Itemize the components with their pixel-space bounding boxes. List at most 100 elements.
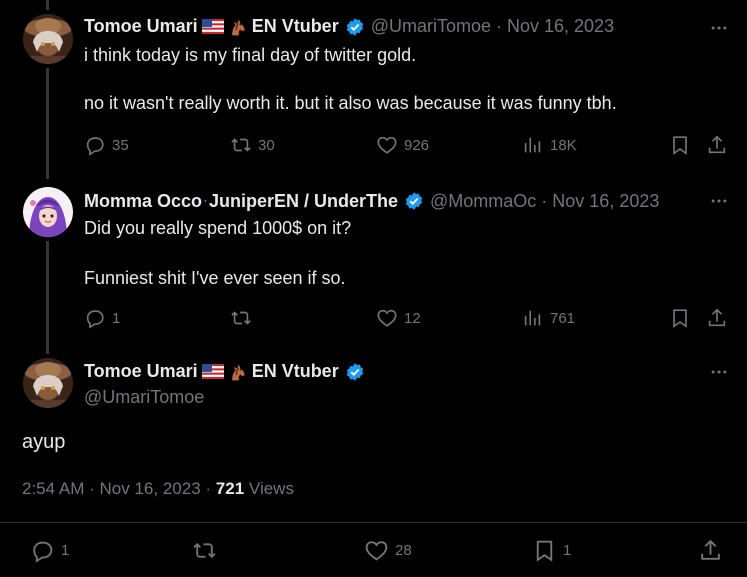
share-icon bbox=[698, 538, 723, 563]
bookmark-button[interactable] bbox=[669, 307, 697, 329]
main-action-bar: 1 28 1 bbox=[22, 538, 725, 566]
share-button[interactable] bbox=[706, 307, 734, 329]
like-count: 926 bbox=[404, 136, 430, 154]
display-name-text: Momma Occo bbox=[84, 190, 203, 211]
retweet-button[interactable] bbox=[230, 307, 258, 329]
display-name[interactable]: Momma Occo JuniperEN / UnderThe bbox=[84, 190, 430, 212]
like-button[interactable]: 12 bbox=[376, 307, 421, 329]
avatar[interactable] bbox=[23, 14, 73, 64]
reply-icon bbox=[30, 538, 55, 563]
us-flag-icon bbox=[202, 364, 224, 379]
avatar[interactable] bbox=[23, 358, 73, 408]
retweet-icon bbox=[230, 134, 252, 156]
separator: · bbox=[89, 479, 95, 498]
retweet-count: 30 bbox=[258, 136, 275, 154]
thread-line bbox=[46, 241, 49, 354]
display-name-suffix: EN Vtuber bbox=[251, 361, 339, 381]
more-icon[interactable] bbox=[709, 18, 729, 38]
thread-line bbox=[46, 0, 49, 10]
retweet-button[interactable] bbox=[192, 538, 223, 563]
action-bar: 1 12 761 bbox=[84, 307, 730, 331]
verified-icon bbox=[345, 362, 365, 382]
views-icon bbox=[522, 134, 544, 156]
reply-button[interactable]: 1 bbox=[84, 307, 120, 329]
handle[interactable]: @UmariTomoe bbox=[84, 387, 204, 408]
tweet-text-line: Funniest shit I've ever seen if so. bbox=[84, 268, 346, 288]
tweet-text-line: i think today is my final day of twitter… bbox=[84, 45, 417, 65]
handle[interactable]: @UmariTomoe bbox=[371, 16, 491, 37]
reply-tweet-1[interactable]: Tomoe Umari EN Vtuber @UmariTomoe · Nov … bbox=[0, 0, 747, 179]
tweet-header: Momma Occo JuniperEN / UnderThe @MommaOc… bbox=[84, 190, 659, 212]
handle[interactable]: @MommaOc bbox=[430, 191, 536, 212]
avatar[interactable] bbox=[23, 187, 73, 237]
thread-line bbox=[46, 68, 49, 179]
bookmark-button[interactable] bbox=[669, 134, 697, 156]
display-name[interactable]: Tomoe Umari EN Vtuber bbox=[84, 361, 371, 382]
bookmark-button[interactable]: 1 bbox=[532, 538, 571, 563]
tweet-text-line: Did you really spend 1000$ on it? bbox=[84, 218, 352, 238]
bookmark-icon bbox=[669, 134, 691, 156]
tweet-header: Tomoe Umari EN Vtuber @UmariTomoe · Nov … bbox=[84, 16, 614, 37]
separator: · bbox=[541, 190, 548, 211]
display-name-suffix: EN Vtuber bbox=[251, 16, 339, 36]
verified-icon bbox=[345, 17, 365, 37]
share-icon bbox=[706, 134, 728, 156]
more-icon[interactable] bbox=[709, 362, 729, 382]
verified-icon bbox=[404, 191, 424, 211]
handle-row: @UmariTomoe bbox=[84, 387, 204, 408]
views-button[interactable]: 761 bbox=[522, 307, 575, 329]
retweet-button[interactable]: 30 bbox=[230, 134, 275, 156]
like-count: 12 bbox=[404, 309, 421, 327]
reply-button[interactable]: 35 bbox=[84, 134, 129, 156]
timestamp[interactable]: Nov 16, 2023 bbox=[507, 16, 614, 37]
horse-icon bbox=[228, 362, 248, 382]
display-name[interactable]: Tomoe Umari EN Vtuber bbox=[84, 16, 371, 37]
tweet-header: Tomoe Umari EN Vtuber bbox=[84, 361, 371, 382]
separator: · bbox=[205, 479, 212, 498]
tweet-text: i think today is my final day of twitter… bbox=[84, 43, 617, 115]
tweet-meta: 2:54 AM · Nov 16, 2023 · 721 Views bbox=[22, 479, 294, 499]
more-icon[interactable] bbox=[709, 191, 729, 211]
reply-count: 1 bbox=[112, 309, 121, 327]
like-count: 28 bbox=[395, 542, 412, 559]
retweet-icon bbox=[192, 538, 217, 563]
like-icon bbox=[364, 538, 389, 563]
reply-count: 35 bbox=[112, 136, 129, 154]
retweet-icon bbox=[230, 307, 252, 329]
reply-icon bbox=[84, 307, 106, 329]
tweet-text-line: no it wasn't really worth it. but it als… bbox=[84, 93, 617, 113]
like-button[interactable]: 28 bbox=[364, 538, 412, 563]
reply-icon bbox=[84, 134, 106, 156]
reply-tweet-2[interactable]: Momma Occo JuniperEN / UnderThe @MommaOc… bbox=[0, 0, 747, 354]
horse-icon bbox=[228, 17, 248, 37]
octopus-icon bbox=[204, 190, 207, 212]
bookmark-count: 1 bbox=[563, 542, 572, 559]
share-button[interactable] bbox=[698, 538, 729, 563]
display-name-text: Tomoe Umari bbox=[84, 361, 198, 381]
display-name-suffix: JuniperEN / UnderThe bbox=[208, 190, 398, 211]
like-icon bbox=[376, 307, 398, 329]
us-flag-icon bbox=[202, 19, 224, 34]
separator: · bbox=[496, 16, 502, 36]
display-name-text: Tomoe Umari bbox=[84, 16, 198, 36]
reply-button[interactable]: 1 bbox=[30, 538, 69, 563]
view-count: 761 bbox=[550, 309, 576, 327]
tweet-time[interactable]: 2:54 AM bbox=[22, 479, 84, 498]
divider bbox=[0, 522, 747, 523]
views-count: 721 bbox=[215, 479, 245, 498]
bookmark-icon bbox=[532, 538, 557, 563]
tweet-text: ayup bbox=[22, 431, 66, 453]
timestamp[interactable]: Nov 16, 2023 bbox=[552, 191, 659, 212]
views-label: Views bbox=[248, 479, 294, 498]
like-button[interactable]: 926 bbox=[376, 134, 429, 156]
bookmark-icon bbox=[669, 307, 691, 329]
reply-count: 1 bbox=[61, 542, 70, 559]
share-button[interactable] bbox=[706, 134, 734, 156]
view-count: 18K bbox=[550, 136, 577, 154]
tweet-text: Did you really spend 1000$ on it? Funnie… bbox=[84, 216, 351, 290]
views-button[interactable]: 18K bbox=[522, 134, 577, 156]
action-bar: 35 30 926 18K bbox=[84, 134, 730, 158]
like-icon bbox=[376, 134, 398, 156]
tweet-date[interactable]: Nov 16, 2023 bbox=[100, 479, 201, 498]
views-icon bbox=[522, 307, 544, 329]
